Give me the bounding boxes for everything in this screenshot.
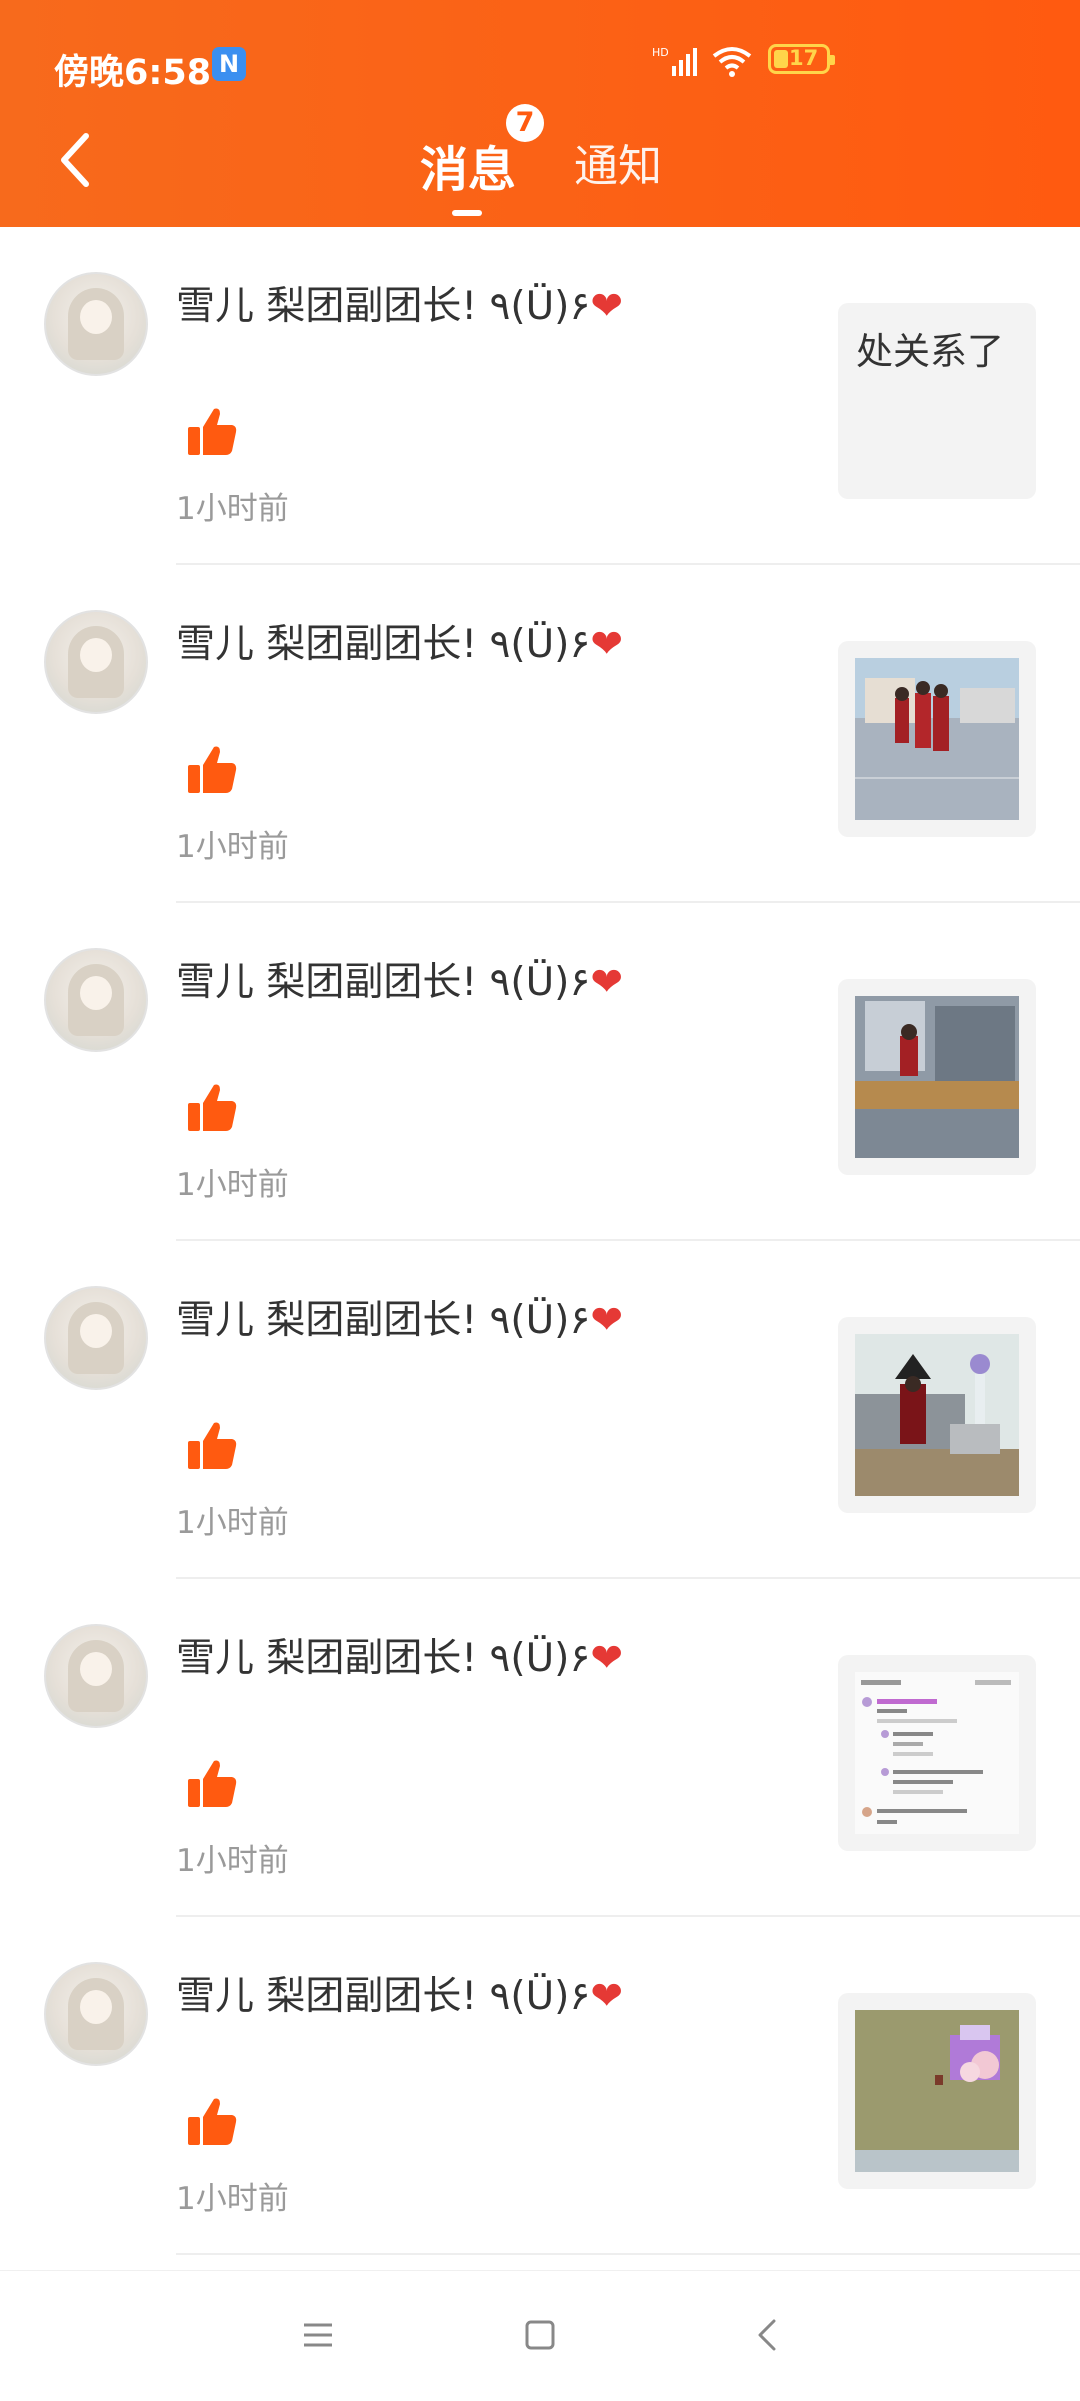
back-icon[interactable]: [748, 2315, 788, 2355]
battery-level: 17: [789, 46, 819, 70]
app-notification-icon: N: [212, 47, 246, 81]
post-thumbnail[interactable]: [838, 1317, 1036, 1513]
user-name[interactable]: 雪儿 梨团副团长! ٩(Ü)۶❤: [176, 613, 623, 669]
thumbs-up-icon: [188, 1084, 237, 1131]
heart-emoji: ❤: [590, 622, 624, 667]
game-screenshot-image: [855, 1334, 1019, 1496]
timestamp: 1小时前: [176, 2181, 289, 2217]
thumbs-up-icon: [188, 2098, 237, 2145]
network-label: HD: [652, 46, 669, 59]
game-screenshot-image: [855, 658, 1019, 820]
divider: [176, 2253, 1080, 2255]
list-item[interactable]: 雪儿 梨团副团长! ٩(Ü)۶❤ 1小时前 处关系了: [0, 227, 1080, 565]
unread-badge: 7: [506, 104, 544, 142]
status-time: 傍晚6:58: [54, 53, 212, 93]
post-thumbnail[interactable]: [838, 979, 1036, 1175]
timestamp: 1小时前: [176, 491, 289, 527]
battery-icon: 17: [768, 44, 835, 74]
post-thumbnail[interactable]: [838, 641, 1036, 837]
timestamp: 1小时前: [176, 829, 289, 865]
list-item[interactable]: 雪儿 梨团副团长! ٩(Ü)۶❤ 1小时前: [0, 1241, 1080, 1579]
thumbs-up-icon: [188, 408, 237, 455]
status-bar: 傍晚6:58 N HD 17: [0, 0, 1080, 128]
game-screenshot-image: [855, 996, 1019, 1158]
timestamp: 1小时前: [176, 1843, 289, 1879]
avatar[interactable]: [44, 610, 148, 714]
user-name[interactable]: 雪儿 梨团副团长! ٩(Ü)۶❤: [176, 275, 623, 331]
user-name[interactable]: 雪儿 梨团副团长! ٩(Ü)۶❤: [176, 951, 623, 1007]
heart-emoji: ❤: [590, 1974, 624, 2019]
thumbs-up-icon: [188, 1760, 237, 1807]
avatar[interactable]: [44, 1624, 148, 1728]
heart-emoji: ❤: [590, 1298, 624, 1343]
back-arrow-icon[interactable]: [52, 130, 102, 190]
signal-icon: HD: [652, 46, 697, 76]
app-header: 傍晚6:58 N HD 17 消息 7 通知: [0, 0, 1080, 227]
user-name[interactable]: 雪儿 梨团副团长! ٩(Ü)۶❤: [176, 1627, 623, 1683]
comment-screenshot-image: [855, 1672, 1019, 1834]
menu-icon[interactable]: [298, 2315, 338, 2355]
heart-emoji: ❤: [590, 960, 624, 1005]
avatar[interactable]: [44, 948, 148, 1052]
avatar[interactable]: [44, 272, 148, 376]
avatar[interactable]: [44, 1962, 148, 2066]
wifi-icon: [712, 47, 752, 77]
user-name[interactable]: 雪儿 梨团副团长! ٩(Ü)۶❤: [176, 1965, 623, 2021]
message-list: 雪儿 梨团副团长! ٩(Ü)۶❤ 1小时前 处关系了 雪儿 梨团副团长! ٩(Ü…: [0, 227, 1080, 2255]
thumbnail-text: 处关系了: [856, 330, 1004, 373]
post-thumbnail[interactable]: [838, 1993, 1036, 2189]
timestamp: 1小时前: [176, 1505, 289, 1541]
list-item[interactable]: 雪儿 梨团副团长! ٩(Ü)۶❤ 1小时前: [0, 903, 1080, 1241]
tab-messages[interactable]: 消息: [420, 130, 516, 200]
user-name[interactable]: 雪儿 梨团副团长! ٩(Ü)۶❤: [176, 1289, 623, 1345]
system-navigation-bar: [0, 2270, 1080, 2401]
avatar[interactable]: [44, 1286, 148, 1390]
tab-notifications[interactable]: 通知: [574, 130, 662, 194]
timestamp: 1小时前: [176, 1167, 289, 1203]
post-thumbnail[interactable]: 处关系了: [838, 303, 1036, 499]
list-item[interactable]: 雪儿 梨团副团长! ٩(Ü)۶❤ 1小时前: [0, 565, 1080, 903]
heart-emoji: ❤: [590, 1636, 624, 1681]
thumbs-up-icon: [188, 1422, 237, 1469]
heart-emoji: ❤: [590, 284, 624, 329]
list-item[interactable]: 雪儿 梨团副团长! ٩(Ü)۶❤ 1小时前: [0, 1917, 1080, 2255]
game-screenshot-image: [855, 2010, 1019, 2172]
thumbs-up-icon: [188, 746, 237, 793]
home-icon[interactable]: [520, 2315, 560, 2355]
active-tab-indicator: [452, 210, 482, 216]
post-thumbnail[interactable]: [838, 1655, 1036, 1851]
list-item[interactable]: 雪儿 梨团副团长! ٩(Ü)۶❤ 1小时前: [0, 1579, 1080, 1917]
